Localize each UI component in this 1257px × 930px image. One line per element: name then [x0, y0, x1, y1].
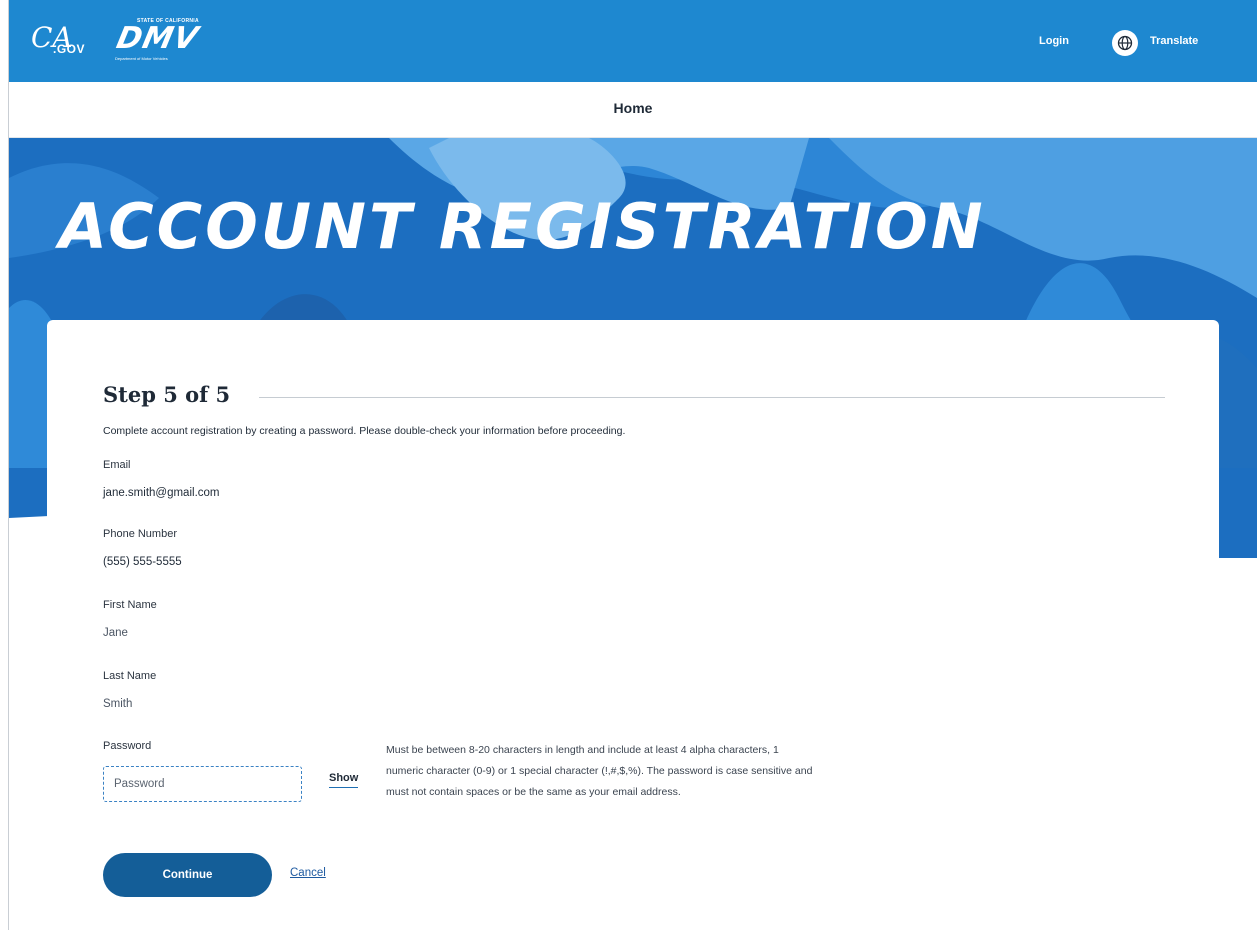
email-label: Email — [103, 459, 131, 471]
password-label: Password — [103, 740, 152, 752]
step-indicator: Step 5 of 5 — [103, 382, 231, 407]
dmv-logo-department: Department of Motor Vehicles — [115, 56, 168, 61]
password-requirements: Must be between 8-20 characters in lengt… — [386, 744, 813, 798]
cancel-link[interactable]: Cancel — [290, 867, 326, 879]
phone-value: (555) 555-5555 — [103, 556, 182, 568]
registration-card: Step 5 of 5 Complete account registratio… — [47, 320, 1219, 930]
nav-home-link[interactable]: Home — [9, 100, 1257, 116]
phone-label: Phone Number — [103, 528, 177, 540]
globe-icon — [1117, 35, 1133, 51]
last-name-value: Smith — [103, 698, 133, 710]
page-hero-title: ACCOUNT REGISTRATION — [59, 190, 986, 263]
step-instructions: Complete account registration by creatin… — [103, 425, 626, 437]
email-value: jane.smith@gmail.com — [103, 487, 220, 499]
top-header: CA .GOV STATE OF CALIFORNIA DMV Departme… — [9, 0, 1257, 82]
page-left-border — [8, 0, 9, 930]
login-link[interactable]: Login — [1039, 35, 1069, 47]
ca-gov-logo[interactable]: CA .GOV — [31, 22, 93, 62]
password-input[interactable] — [103, 766, 302, 802]
ca-logo-gov: .GOV — [53, 42, 86, 56]
translate-button[interactable] — [1112, 30, 1138, 56]
translate-label[interactable]: Translate — [1150, 35, 1198, 47]
dmv-logo[interactable]: STATE OF CALIFORNIA DMV Department of Mo… — [113, 18, 223, 64]
show-password-button[interactable]: Show — [329, 772, 359, 788]
continue-button[interactable]: Continue — [103, 853, 272, 897]
main-nav: Home — [9, 82, 1257, 138]
first-name-label: First Name — [103, 599, 157, 611]
first-name-value: Jane — [103, 627, 128, 639]
step-divider — [259, 397, 1165, 398]
dmv-logo-wordmark: DMV — [113, 21, 202, 56]
last-name-label: Last Name — [103, 670, 157, 682]
